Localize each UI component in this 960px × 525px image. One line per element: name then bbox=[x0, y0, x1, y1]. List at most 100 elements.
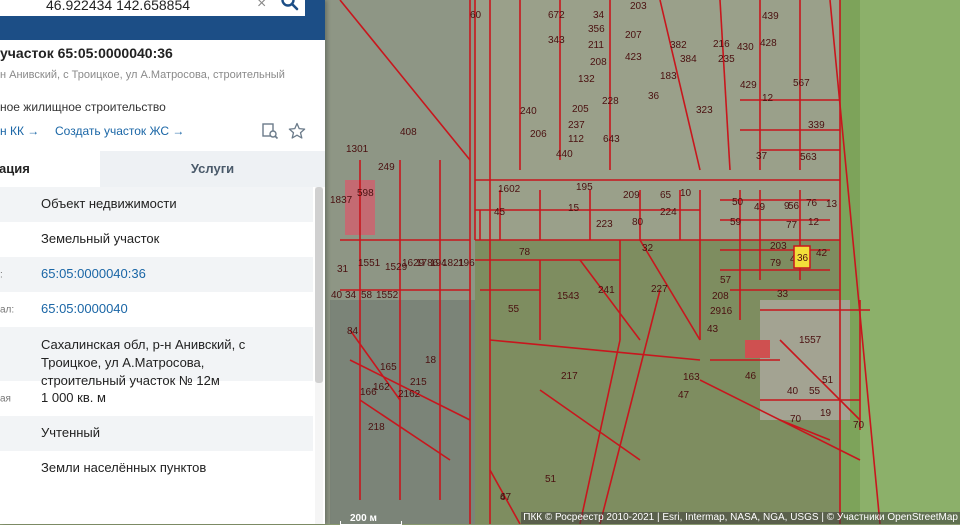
plot-number-label[interactable]: 51 bbox=[545, 474, 557, 485]
plot-number-label[interactable]: 46 bbox=[745, 371, 757, 382]
plot-number-label[interactable]: 216 bbox=[713, 39, 730, 50]
plot-number-label[interactable]: 79 bbox=[770, 258, 782, 269]
scrollbar-thumb[interactable] bbox=[315, 187, 323, 383]
plot-number-label[interactable]: 42 bbox=[816, 248, 828, 259]
plot-number-label[interactable]: 59 bbox=[730, 217, 742, 228]
plot-number-label[interactable]: 49 bbox=[754, 202, 766, 213]
tab-information[interactable]: ация bbox=[0, 151, 100, 187]
plot-number-label[interactable]: 215 bbox=[410, 377, 427, 388]
plot-number-label[interactable]: 1543 bbox=[557, 291, 580, 302]
plot-number-label[interactable]: 51 bbox=[822, 375, 834, 386]
plot-number-label[interactable]: 211 bbox=[588, 40, 604, 51]
plot-number-label[interactable]: 70 bbox=[853, 420, 865, 431]
plot-number-label[interactable]: 70 bbox=[790, 414, 802, 425]
plot-number-label[interactable]: 76 bbox=[806, 198, 818, 209]
plot-number-label[interactable]: 13 bbox=[826, 199, 838, 210]
plot-number-label[interactable]: 439 bbox=[762, 11, 779, 22]
plot-number-label[interactable]: 1301 bbox=[346, 144, 369, 155]
plot-number-label[interactable]: 567 bbox=[793, 78, 810, 89]
plot-number-label[interactable]: 196 bbox=[458, 258, 475, 269]
plot-number-label[interactable]: 78 bbox=[519, 247, 531, 258]
plot-number-label[interactable]: 6 bbox=[500, 492, 506, 503]
plot-number-label[interactable]: 56 bbox=[788, 201, 800, 212]
plot-number-label[interactable]: 384 bbox=[680, 54, 697, 65]
plot-number-label[interactable]: 77 bbox=[786, 220, 798, 231]
plot-number-label[interactable]: 19 bbox=[820, 408, 832, 419]
plot-number-label[interactable]: 224 bbox=[660, 207, 677, 218]
plot-number-label[interactable]: 57 bbox=[720, 275, 732, 286]
star-icon[interactable] bbox=[288, 122, 306, 140]
plot-number-label[interactable]: 1837 bbox=[330, 195, 353, 206]
plot-number-label[interactable]: 563 bbox=[800, 152, 817, 163]
plot-number-label[interactable]: 31 bbox=[337, 264, 349, 275]
plot-number-label[interactable]: 240 bbox=[520, 106, 537, 117]
plot-number-label[interactable]: 1552 bbox=[376, 290, 399, 301]
plot-number-label[interactable]: 598 bbox=[357, 188, 374, 199]
plot-number-label[interactable]: 207 bbox=[625, 30, 642, 41]
plot-number-label[interactable]: 218 bbox=[368, 422, 385, 433]
plot-number-label[interactable]: 235 bbox=[718, 54, 735, 65]
plot-number-label[interactable]: 33 bbox=[777, 289, 789, 300]
plot-number-label[interactable]: 208 bbox=[712, 291, 729, 302]
plot-number-label[interactable]: 84 bbox=[347, 326, 359, 337]
plot-number-label[interactable]: 1602 bbox=[498, 184, 521, 195]
plot-number-label[interactable]: 15 bbox=[568, 203, 580, 214]
plot-number-label[interactable]: 408 bbox=[400, 127, 417, 138]
plot-number-label[interactable]: 203 bbox=[630, 1, 647, 12]
plot-number-label[interactable]: 36 bbox=[648, 91, 660, 102]
plot-number-label[interactable]: 34 bbox=[593, 10, 605, 21]
plot-number-label[interactable]: 55 bbox=[809, 386, 821, 397]
plot-number-label[interactable]: 183 bbox=[660, 71, 677, 82]
plot-number-label[interactable]: 1551 bbox=[358, 258, 381, 269]
plot-number-label[interactable]: 343 bbox=[548, 35, 565, 46]
plot-number-label[interactable]: 223 bbox=[596, 219, 613, 230]
plot-number-label[interactable]: 80 bbox=[632, 217, 644, 228]
plot-number-label[interactable]: 1557 bbox=[799, 335, 822, 346]
plot-number-label[interactable]: 40 bbox=[331, 290, 343, 301]
plot-number-label[interactable]: 132 bbox=[578, 74, 595, 85]
plot-number-label[interactable]: 643 bbox=[603, 134, 620, 145]
plot-number-label[interactable]: 208 bbox=[590, 57, 607, 68]
plot-number-label[interactable]: 40 bbox=[787, 386, 799, 397]
plot-number-label[interactable]: 2162 bbox=[398, 389, 421, 400]
clear-icon[interactable]: × bbox=[257, 0, 266, 13]
plot-number-label[interactable]: 58 bbox=[361, 290, 373, 301]
plot-number-label[interactable]: 37 bbox=[756, 151, 768, 162]
info-row-value[interactable]: 65:05:0000040 bbox=[41, 300, 286, 318]
plot-number-label[interactable]: 672 bbox=[548, 10, 565, 21]
plot-number-label[interactable]: 112 bbox=[568, 134, 584, 145]
plot-number-label[interactable]: 10 bbox=[680, 188, 692, 199]
plot-number-label[interactable]: 217 bbox=[561, 371, 578, 382]
plot-number-label[interactable]: 165 bbox=[380, 362, 397, 373]
plot-number-label[interactable]: 428 bbox=[760, 38, 777, 49]
plot-number-label[interactable]: 429 bbox=[740, 80, 757, 91]
plot-number-label[interactable]: 47 bbox=[678, 390, 690, 401]
plot-number-label[interactable]: 339 bbox=[808, 120, 825, 131]
scrollbar[interactable] bbox=[315, 187, 323, 524]
plot-number-label[interactable]: 228 bbox=[602, 96, 619, 107]
plot-number-label[interactable]: 50 bbox=[732, 197, 744, 208]
search-icon[interactable] bbox=[275, 0, 303, 16]
plot-number-label[interactable]: 166 bbox=[360, 387, 377, 398]
plot-number-label[interactable]: 43 bbox=[707, 324, 719, 335]
document-search-icon[interactable] bbox=[261, 122, 279, 140]
plot-number-label[interactable]: 195 bbox=[576, 182, 593, 193]
plot-number-label[interactable]: 323 bbox=[696, 105, 713, 116]
plot-number-label[interactable]: 45 bbox=[494, 207, 506, 218]
plot-number-label[interactable]: 382 bbox=[670, 40, 687, 51]
plot-number-label[interactable]: 34 bbox=[345, 290, 357, 301]
plot-number-label[interactable]: 356 bbox=[588, 24, 605, 35]
plot-number-label[interactable]: 60 bbox=[470, 10, 482, 21]
search-input[interactable] bbox=[44, 0, 248, 14]
kk-link[interactable]: н КК → bbox=[0, 124, 39, 138]
plot-number-label[interactable]: 430 bbox=[737, 42, 754, 53]
tab-services[interactable]: Услуги bbox=[100, 151, 325, 187]
plot-number-label[interactable]: 32 bbox=[642, 243, 654, 254]
plot-number-label[interactable]: 227 bbox=[651, 284, 668, 295]
plot-number-label[interactable]: 241 bbox=[598, 285, 615, 296]
plot-number-label[interactable]: 423 bbox=[625, 52, 642, 63]
plot-number-label[interactable]: 12 bbox=[762, 93, 774, 104]
plot-number-label[interactable]: 12 bbox=[808, 217, 820, 228]
plot-number-label[interactable]: 209 bbox=[623, 190, 640, 201]
plot-number-label[interactable]: 249 bbox=[378, 162, 395, 173]
